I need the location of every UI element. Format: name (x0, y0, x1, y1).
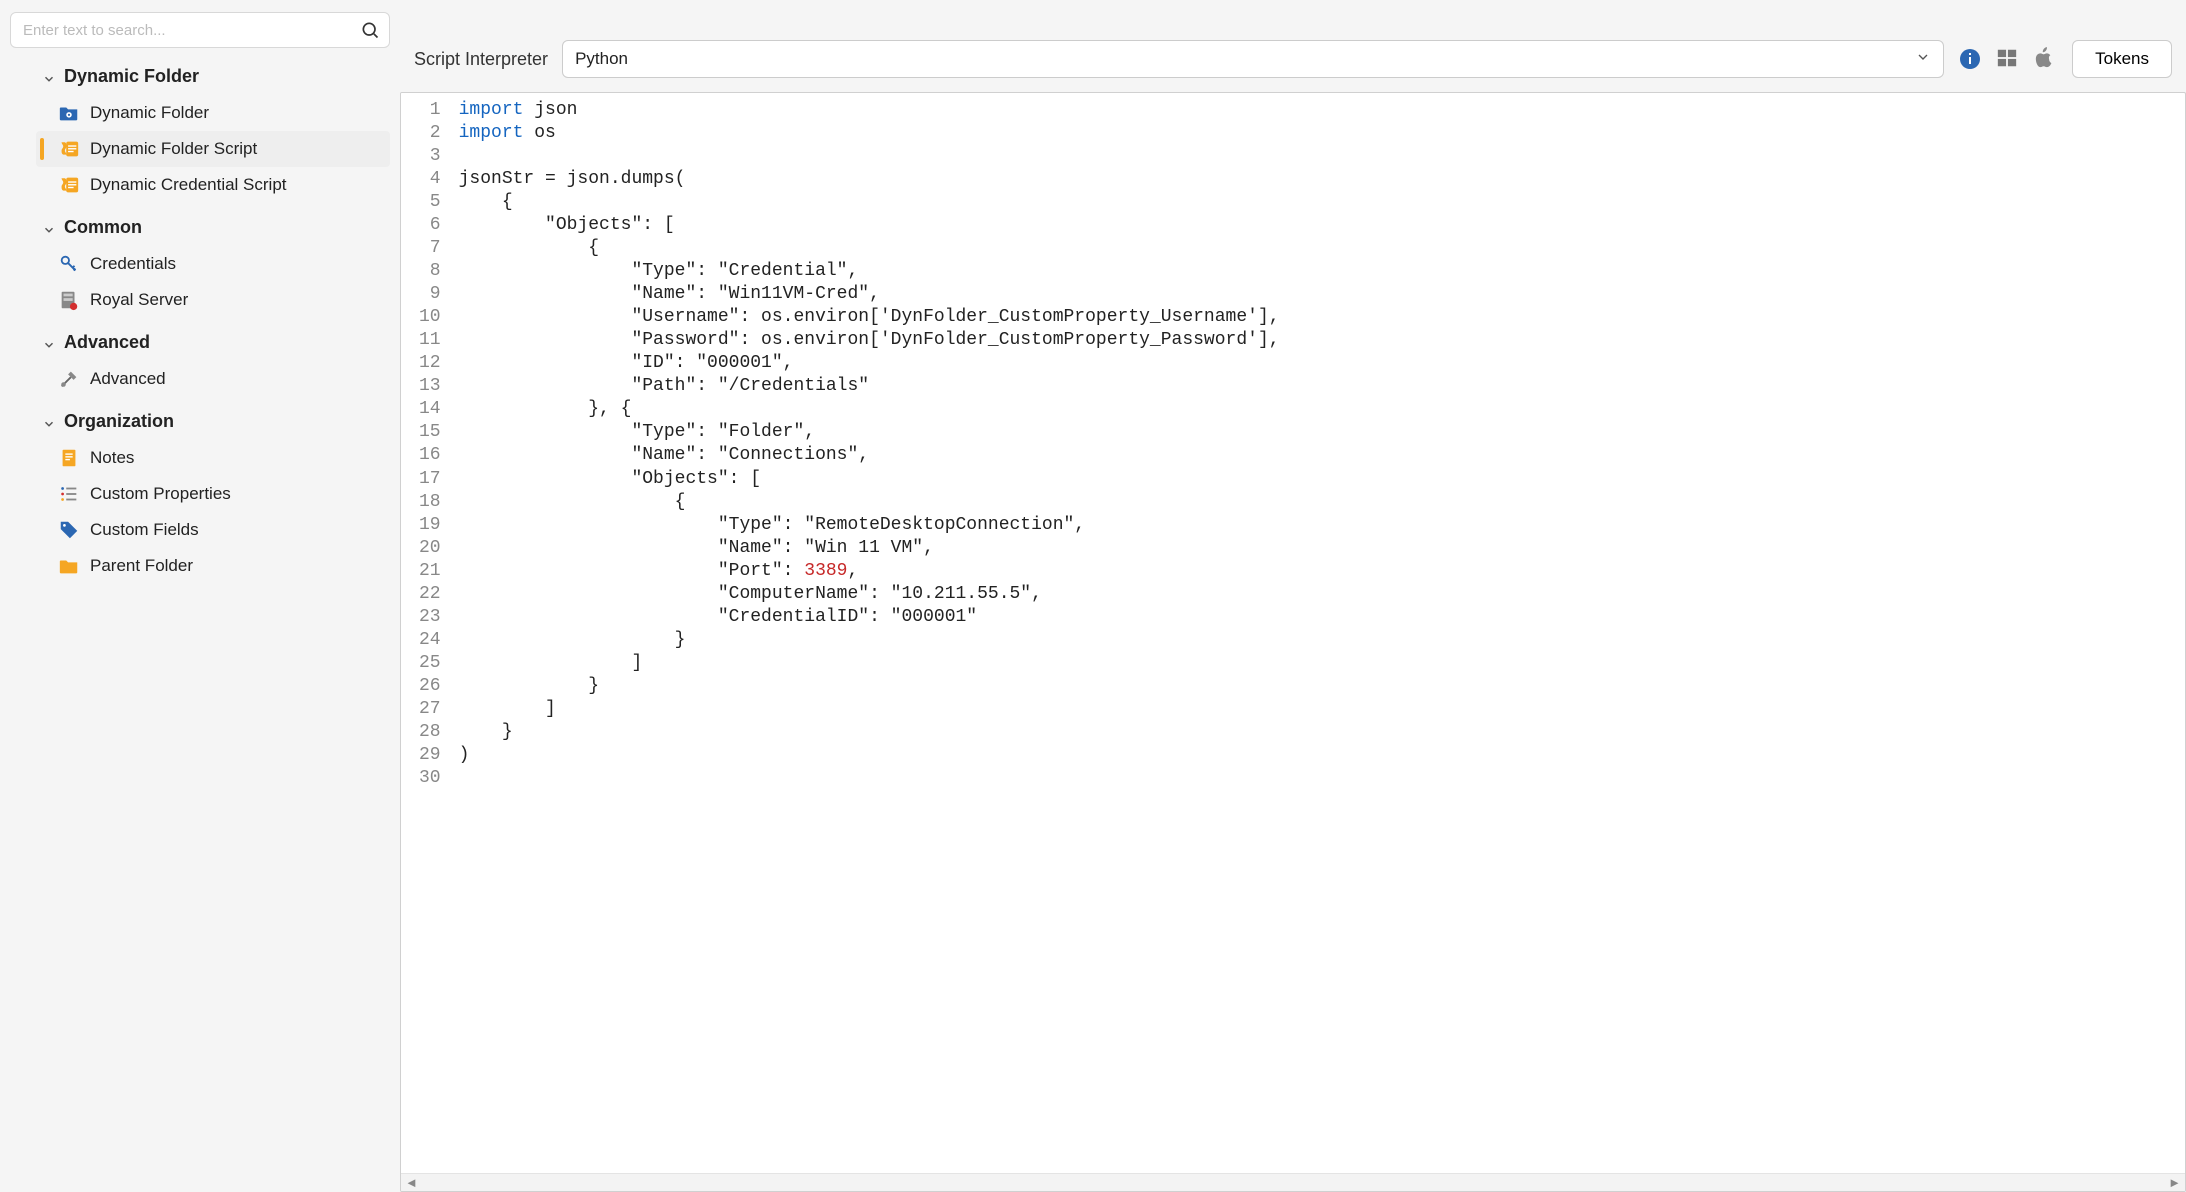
sidebar-item[interactable]: Custom Fields (36, 512, 390, 548)
sidebar-item-label: Dynamic Folder (90, 103, 209, 123)
section-header[interactable]: Organization (36, 407, 390, 436)
sidebar-item[interactable]: Dynamic Credential Script (36, 167, 390, 203)
chevron-down-icon (42, 221, 56, 235)
sidebar-item-label: Advanced (90, 369, 166, 389)
apple-icon[interactable] (2034, 47, 2058, 71)
section-title: Organization (64, 411, 174, 432)
line-number: 23 (419, 606, 441, 629)
line-number: 11 (419, 329, 441, 352)
sidebar-item-label: Notes (90, 448, 134, 468)
search-input[interactable] (10, 12, 390, 48)
line-number: 18 (419, 491, 441, 514)
horizontal-scrollbar[interactable]: ◄ ► (401, 1173, 2185, 1191)
interpreter-label: Script Interpreter (414, 49, 548, 70)
toolbar: Script Interpreter Python Tokens (400, 40, 2186, 92)
search-wrap (10, 12, 390, 48)
server-icon (58, 289, 80, 311)
line-number: 25 (419, 652, 441, 675)
line-number: 24 (419, 629, 441, 652)
line-number: 2 (419, 122, 441, 145)
section-header[interactable]: Dynamic Folder (36, 62, 390, 91)
chevron-down-icon (42, 415, 56, 429)
note-icon (58, 447, 80, 469)
section-header[interactable]: Common (36, 213, 390, 242)
line-number: 10 (419, 306, 441, 329)
line-number: 13 (419, 375, 441, 398)
line-number: 29 (419, 744, 441, 767)
section-title: Dynamic Folder (64, 66, 199, 87)
sidebar-item-label: Credentials (90, 254, 176, 274)
section-title: Advanced (64, 332, 150, 353)
sidebar-tree: Dynamic Folder Dynamic Folder Dynamic Fo… (10, 62, 390, 584)
list-icon (58, 483, 80, 505)
sidebar-item[interactable]: Dynamic Folder (36, 95, 390, 131)
line-number: 20 (419, 537, 441, 560)
section-title: Common (64, 217, 142, 238)
line-number: 22 (419, 583, 441, 606)
sidebar-item-label: Royal Server (90, 290, 188, 310)
sidebar-item[interactable]: Credentials (36, 246, 390, 282)
line-number: 16 (419, 444, 441, 467)
line-number: 9 (419, 283, 441, 306)
tools-icon (58, 368, 80, 390)
line-number: 14 (419, 398, 441, 421)
main: Script Interpreter Python Tokens (400, 0, 2186, 1192)
line-number: 4 (419, 168, 441, 191)
line-number: 26 (419, 675, 441, 698)
code-editor[interactable]: 1234567891011121314151617181920212223242… (401, 93, 2185, 1173)
folder-icon (58, 555, 80, 577)
chevron-down-icon (1915, 49, 1931, 70)
chevron-down-icon (42, 336, 56, 350)
line-number: 5 (419, 191, 441, 214)
toolbar-icons: Tokens (1958, 40, 2172, 78)
tokens-button[interactable]: Tokens (2072, 40, 2172, 78)
folder-gear-icon (58, 102, 80, 124)
sidebar-item[interactable]: Advanced (36, 361, 390, 397)
line-number: 17 (419, 468, 441, 491)
line-number: 30 (419, 767, 441, 790)
sidebar-item-label: Dynamic Folder Script (90, 139, 257, 159)
line-number: 27 (419, 698, 441, 721)
info-icon[interactable] (1958, 47, 1982, 71)
app-root: Dynamic Folder Dynamic Folder Dynamic Fo… (0, 0, 2186, 1192)
key-icon (58, 253, 80, 275)
scroll-left-arrow[interactable]: ◄ (405, 1175, 418, 1190)
sidebar-item[interactable]: Royal Server (36, 282, 390, 318)
line-gutter: 1234567891011121314151617181920212223242… (401, 93, 451, 1173)
tag-icon (58, 519, 80, 541)
line-number: 15 (419, 421, 441, 444)
interpreter-select[interactable]: Python (562, 40, 1944, 78)
line-number: 7 (419, 237, 441, 260)
editor-wrap: 1234567891011121314151617181920212223242… (400, 92, 2186, 1192)
line-number: 1 (419, 99, 441, 122)
script-icon (58, 138, 80, 160)
line-number: 28 (419, 721, 441, 744)
script-icon (58, 174, 80, 196)
line-number: 3 (419, 145, 441, 168)
sidebar-item-label: Custom Properties (90, 484, 231, 504)
sidebar-item-label: Parent Folder (90, 556, 193, 576)
line-number: 19 (419, 514, 441, 537)
sidebar-item[interactable]: Custom Properties (36, 476, 390, 512)
line-number: 21 (419, 560, 441, 583)
scroll-right-arrow[interactable]: ► (2168, 1175, 2181, 1190)
line-number: 8 (419, 260, 441, 283)
interpreter-value: Python (575, 49, 628, 69)
sidebar-item[interactable]: Dynamic Folder Script (36, 131, 390, 167)
windows-icon[interactable] (1996, 47, 2020, 71)
sidebar-item-label: Dynamic Credential Script (90, 175, 287, 195)
sidebar-item[interactable]: Notes (36, 440, 390, 476)
code-area[interactable]: import json import os jsonStr = json.dum… (451, 93, 2185, 1173)
line-number: 12 (419, 352, 441, 375)
chevron-down-icon (42, 70, 56, 84)
line-number: 6 (419, 214, 441, 237)
section-header[interactable]: Advanced (36, 328, 390, 357)
sidebar: Dynamic Folder Dynamic Folder Dynamic Fo… (0, 0, 400, 1192)
sidebar-item-label: Custom Fields (90, 520, 199, 540)
search-icon[interactable] (360, 20, 380, 40)
sidebar-item[interactable]: Parent Folder (36, 548, 390, 584)
